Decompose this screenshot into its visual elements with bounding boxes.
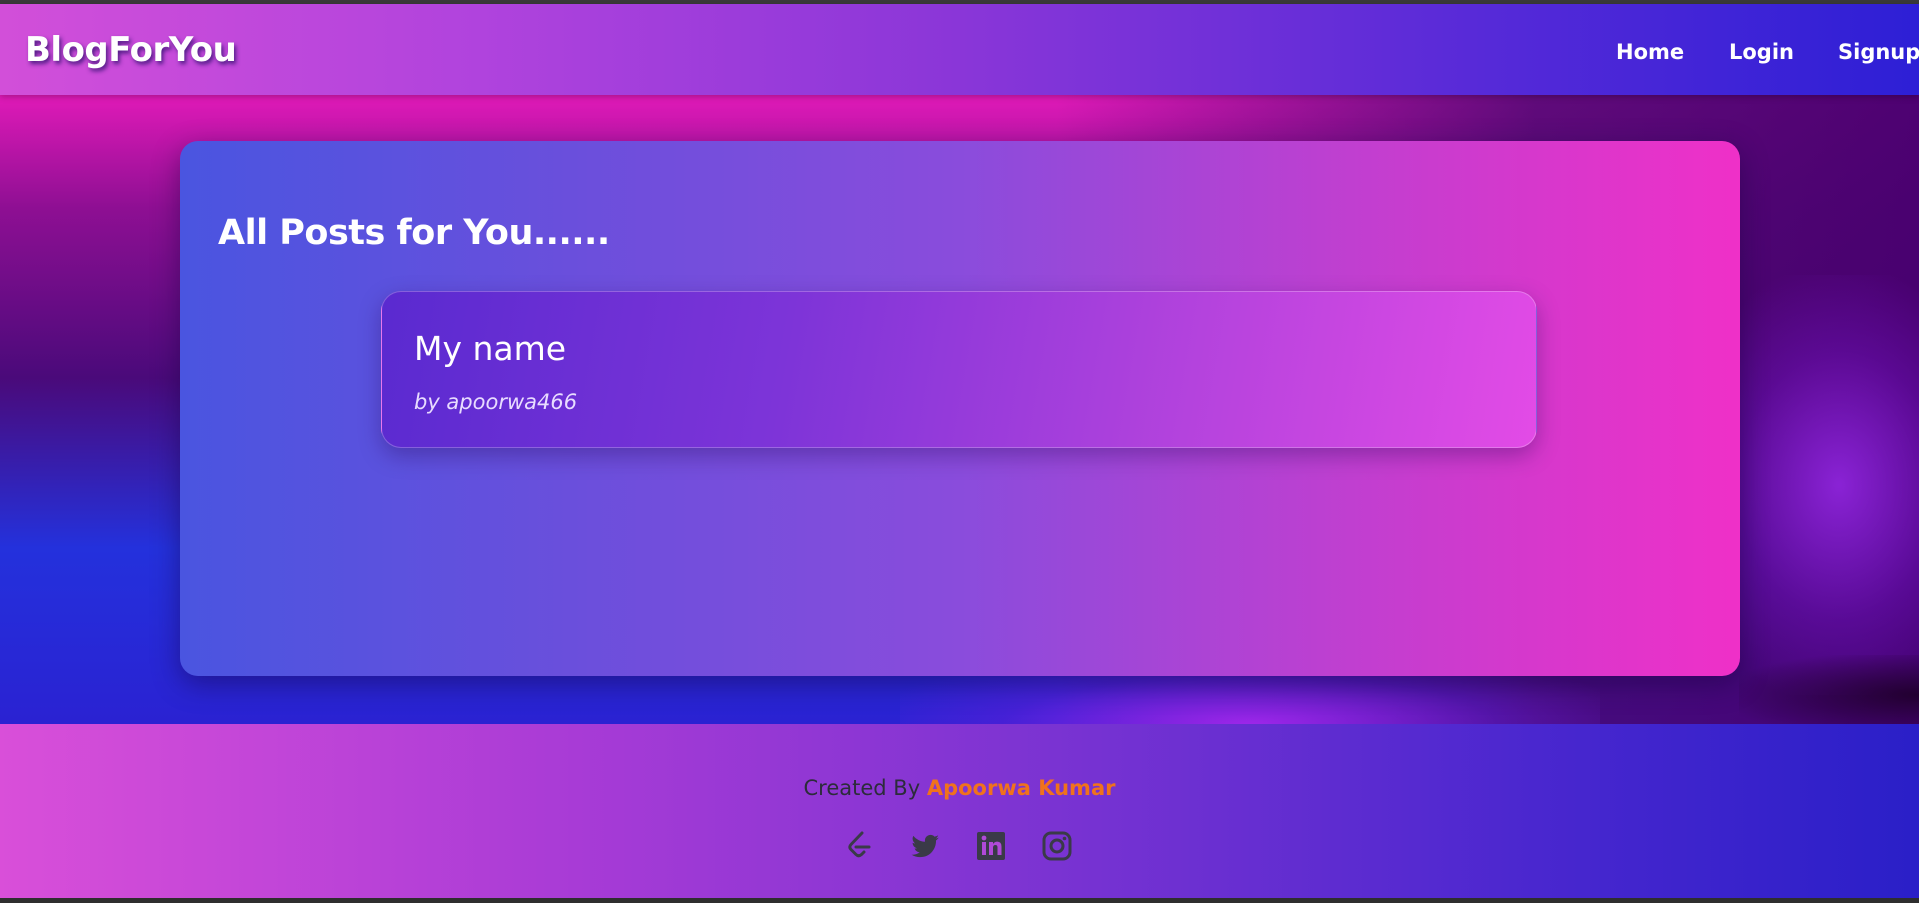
credit-author-name: Apoorwa Kumar [926,776,1116,800]
post-title[interactable]: My name [414,329,566,368]
twitter-icon[interactable] [908,829,942,863]
footer: Created By Apoorwa Kumar [0,724,1919,898]
nav-home-link[interactable]: Home [1616,40,1684,64]
nav-signup-link[interactable]: Signup [1838,40,1919,64]
instagram-icon[interactable] [1040,829,1074,863]
brand-logo[interactable]: BlogForYou [25,30,237,70]
social-links [842,829,1082,869]
window-bottom-edge [0,898,1919,903]
page-root: BlogForYou Home Login Signup All Posts f… [0,0,1919,903]
leetcode-icon[interactable] [842,829,876,863]
post-card[interactable]: My name by apoorwa466 [381,291,1537,448]
navbar: BlogForYou Home Login Signup [0,4,1919,95]
posts-heading: All Posts for You...... [218,213,610,253]
post-author: by apoorwa466 [414,390,578,414]
linkedin-icon[interactable] [974,829,1008,863]
credit-label: Created By [803,776,921,800]
posts-panel: All Posts for You...... My name by apoor… [180,141,1740,676]
hero-shadow-right [1739,655,1919,724]
nav-login-link[interactable]: Login [1729,40,1794,64]
footer-credit: Created By Apoorwa Kumar [0,776,1919,800]
